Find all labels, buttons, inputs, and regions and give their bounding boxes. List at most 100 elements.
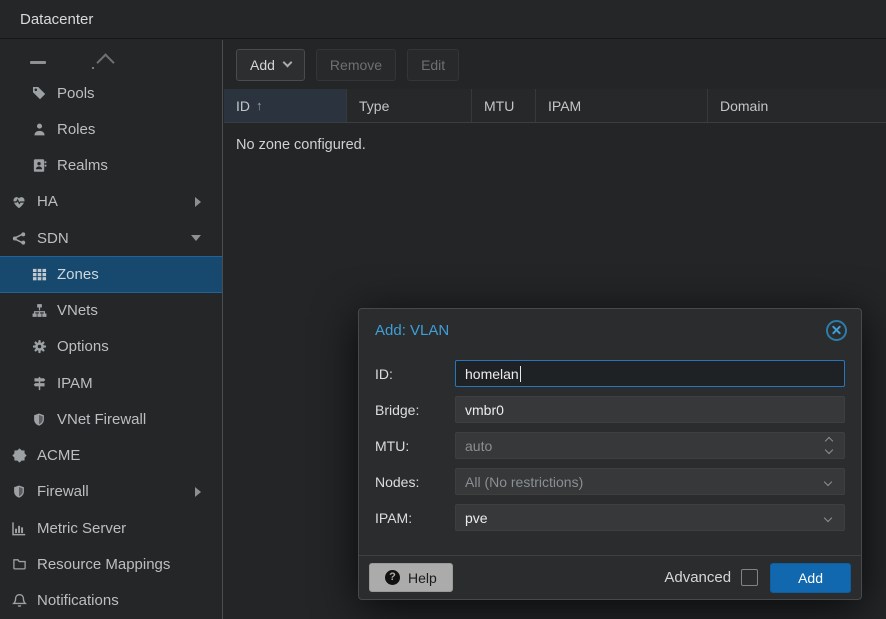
sidebar-item-label: HA	[37, 193, 58, 210]
partial-item-dot	[92, 67, 94, 69]
nodes-field-label: Nodes:	[375, 474, 455, 490]
id-input[interactable]: homelan	[455, 360, 845, 387]
nodes-select-value: All (No restrictions)	[465, 474, 583, 490]
expand-right-icon[interactable]	[195, 487, 201, 497]
add-button[interactable]: Add	[236, 49, 305, 81]
sidebar-item-label: Zones	[57, 266, 99, 283]
chevron-down-icon	[282, 58, 292, 68]
add-vlan-dialog: Add: VLAN ID: homelan Bridge: vmbr0 MTU:…	[358, 308, 862, 600]
spinner-triggers[interactable]	[826, 438, 835, 453]
dialog-add-button[interactable]: Add	[770, 563, 851, 593]
sidebar-item-label: VNets	[57, 302, 98, 319]
advanced-checkbox[interactable]	[741, 569, 758, 586]
id-input-value: homelan	[465, 366, 519, 382]
field-row-mtu: MTU: auto	[375, 432, 845, 459]
collapse-down-icon[interactable]	[191, 235, 201, 241]
signpost-icon	[30, 374, 48, 392]
tag-icon	[30, 84, 48, 102]
column-label: Domain	[720, 98, 768, 114]
add-button-label: Add	[250, 58, 275, 72]
seal-icon	[10, 447, 28, 465]
gear-icon	[30, 338, 48, 356]
help-button[interactable]: ? Help	[369, 563, 453, 592]
mtu-input-value: auto	[465, 438, 492, 454]
sidebar-item-zones[interactable]: Zones	[0, 256, 222, 292]
mtu-field-label: MTU:	[375, 438, 455, 454]
partial-tree-item[interactable]	[0, 40, 222, 75]
sidebar-item-label: ACME	[37, 447, 80, 464]
sidebar-item-label: Metric Server	[37, 520, 126, 537]
sidebar-item-metric-server[interactable]: Metric Server	[0, 510, 222, 546]
mtu-spinner[interactable]: auto	[455, 432, 845, 459]
top-bar: Datacenter	[0, 0, 886, 39]
sidebar-item-vnet-firewall[interactable]: VNet Firewall	[0, 401, 222, 437]
sidebar-item-label: VNet Firewall	[57, 411, 146, 428]
column-label: IPAM	[548, 98, 581, 114]
sidebar-item-options[interactable]: Options	[0, 329, 222, 365]
chevron-up-icon	[96, 53, 114, 71]
column-header-domain[interactable]: Domain	[708, 89, 886, 122]
sidebar-item-label: IPAM	[57, 375, 93, 392]
sidebar-item-ha[interactable]: HA	[0, 184, 222, 220]
column-header-id[interactable]: ID ↑	[224, 89, 347, 122]
shield-icon	[30, 410, 48, 428]
sidebar-item-vnets[interactable]: VNets	[0, 293, 222, 329]
sidebar-item-label: Resource Mappings	[37, 556, 170, 573]
dropdown-trigger[interactable]	[825, 515, 835, 521]
close-icon[interactable]	[826, 320, 847, 341]
address-book-icon	[30, 157, 48, 175]
sidebar-item-realms[interactable]: Realms	[0, 148, 222, 184]
text-cursor	[520, 366, 521, 382]
sidebar-item-notifications[interactable]: Notifications	[0, 583, 222, 619]
partial-item-icon	[30, 61, 46, 64]
page-title: Datacenter	[20, 11, 93, 28]
column-header-mtu[interactable]: MTU	[472, 89, 536, 122]
column-header-type[interactable]: Type	[347, 89, 472, 122]
question-icon: ?	[385, 570, 400, 585]
ipam-select[interactable]: pve	[455, 504, 845, 531]
remove-button[interactable]: Remove	[316, 49, 396, 81]
ipam-field-label: IPAM:	[375, 510, 455, 526]
dialog-title: Add: VLAN	[375, 322, 449, 339]
sidebar-item-sdn[interactable]: SDN	[0, 220, 222, 256]
sidebar-item-label: Pools	[57, 85, 95, 102]
bridge-input[interactable]: vmbr0	[455, 396, 845, 423]
sidebar-item-label: Firewall	[37, 483, 89, 500]
nodes-select[interactable]: All (No restrictions)	[455, 468, 845, 495]
table-header: ID ↑ Type MTU IPAM Domain	[224, 89, 886, 123]
empty-grid-message: No zone configured.	[224, 123, 886, 153]
grid-icon	[30, 265, 48, 283]
sidebar-item-label: Options	[57, 338, 109, 355]
user-icon	[30, 120, 48, 138]
bridge-field-label: Bridge:	[375, 402, 455, 418]
sidebar-item-roles[interactable]: Roles	[0, 111, 222, 147]
spinner-up-icon[interactable]	[825, 437, 833, 445]
id-field-label: ID:	[375, 366, 455, 382]
spinner-down-icon[interactable]	[825, 446, 833, 454]
column-label: Type	[359, 98, 389, 114]
sidebar-item-ipam[interactable]: IPAM	[0, 365, 222, 401]
sort-ascending-icon: ↑	[256, 98, 263, 113]
sidebar-item-resource-mappings[interactable]: Resource Mappings	[0, 546, 222, 582]
sidebar-item-label: Notifications	[37, 592, 119, 609]
sidebar-item-acme[interactable]: ACME	[0, 438, 222, 474]
sidebar-item-pools[interactable]: Pools	[0, 75, 222, 111]
edit-button[interactable]: Edit	[407, 49, 459, 81]
column-header-ipam[interactable]: IPAM	[536, 89, 708, 122]
chevron-down-icon	[824, 513, 832, 521]
field-row-bridge: Bridge: vmbr0	[375, 396, 845, 423]
bar-chart-icon	[10, 519, 28, 537]
field-row-nodes: Nodes: All (No restrictions)	[375, 468, 845, 495]
dialog-add-button-label: Add	[798, 570, 823, 586]
expand-right-icon[interactable]	[195, 197, 201, 207]
dialog-titlebar[interactable]: Add: VLAN	[359, 309, 861, 351]
sidebar-item-label: Realms	[57, 157, 108, 174]
dropdown-trigger[interactable]	[825, 479, 835, 485]
column-label: MTU	[484, 98, 514, 114]
help-button-label: Help	[408, 571, 437, 585]
field-row-id: ID: homelan	[375, 360, 845, 387]
dialog-footer: ? Help Advanced Add	[359, 555, 861, 599]
edit-button-label: Edit	[421, 58, 445, 72]
sidebar-item-firewall[interactable]: Firewall	[0, 474, 222, 510]
advanced-label: Advanced	[664, 569, 731, 586]
